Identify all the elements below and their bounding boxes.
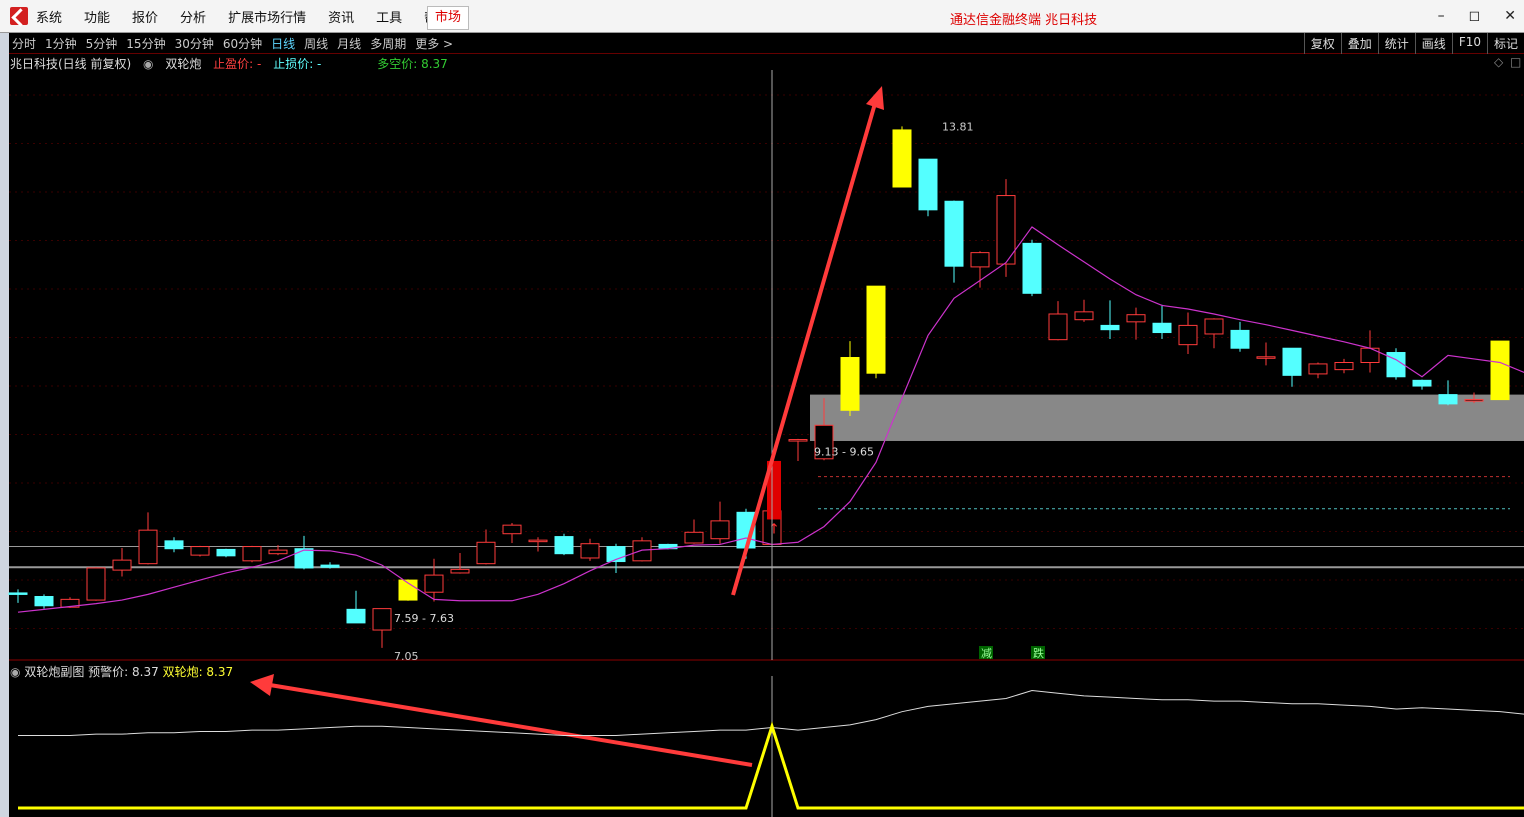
candle-body — [632, 540, 652, 562]
signal-label-reduce: 减 — [981, 647, 992, 660]
candle-body — [1334, 362, 1354, 371]
candle-body — [1256, 356, 1276, 359]
resistance-zone — [810, 394, 1524, 441]
candle-body — [346, 608, 366, 624]
candle-body — [554, 536, 574, 555]
kline-chart[interactable]: ↑ 13.81 7.05 7.59 - 7.63 9.13 - 9.65 减 跌 — [0, 0, 1524, 817]
candle-body — [138, 529, 158, 565]
candle-body — [424, 574, 444, 593]
candle-body — [86, 567, 106, 601]
candle-body — [1308, 363, 1328, 375]
candle-body — [164, 540, 184, 550]
candle-body — [970, 252, 990, 268]
candle-body — [8, 592, 28, 595]
candle-body — [1230, 329, 1250, 349]
high-price-label: 13.81 — [942, 120, 974, 133]
candle-body — [502, 524, 522, 535]
candle-body — [242, 546, 262, 562]
annotation-arrow-left — [269, 683, 753, 767]
resistance-range-label: 9.13 - 9.65 — [814, 446, 874, 459]
candle-body — [294, 548, 314, 569]
candle-body — [1204, 318, 1224, 335]
up-arrow-icon: ↑ — [768, 521, 780, 537]
annotation-arrowhead-left — [250, 674, 274, 696]
candle-body — [1490, 340, 1510, 401]
candle-body — [944, 200, 964, 267]
support-range-label: 7.59 - 7.63 — [394, 612, 454, 625]
candle-body — [892, 129, 912, 188]
signal-label-fall: 跌 — [1033, 646, 1044, 660]
candle-body — [450, 568, 470, 574]
candle-body — [1412, 379, 1432, 387]
candle-body — [372, 608, 392, 631]
annotation-arrow-up — [731, 99, 878, 596]
candle-body — [112, 559, 132, 571]
candle-body — [1074, 311, 1094, 321]
candle-body — [866, 285, 886, 374]
candle-body — [1100, 324, 1120, 331]
candle-body — [190, 546, 210, 556]
candle-body — [1438, 394, 1458, 405]
candle-body — [34, 596, 54, 607]
candle-body — [1178, 324, 1198, 346]
candle-body — [710, 520, 730, 540]
candle-body — [1022, 242, 1042, 294]
candle-body — [918, 158, 938, 211]
candle-body — [1386, 352, 1406, 378]
candle-body — [788, 439, 808, 442]
candle-body — [268, 549, 288, 555]
candle-body — [1048, 313, 1068, 341]
candle-body — [1152, 322, 1172, 334]
candle-body — [840, 357, 860, 411]
low-price-label: 7.05 — [394, 650, 419, 663]
annotation-arrowhead-up — [866, 86, 884, 110]
candle-body — [320, 564, 340, 568]
candle-body — [476, 541, 496, 565]
candle-body — [1282, 347, 1302, 376]
candle-body — [684, 531, 704, 544]
candle-body — [1126, 314, 1146, 323]
sub-yellow-line — [18, 721, 1524, 810]
candle-body — [528, 539, 548, 543]
candle-body — [1464, 399, 1484, 402]
candle-body — [216, 548, 236, 557]
candle-body — [580, 543, 600, 559]
